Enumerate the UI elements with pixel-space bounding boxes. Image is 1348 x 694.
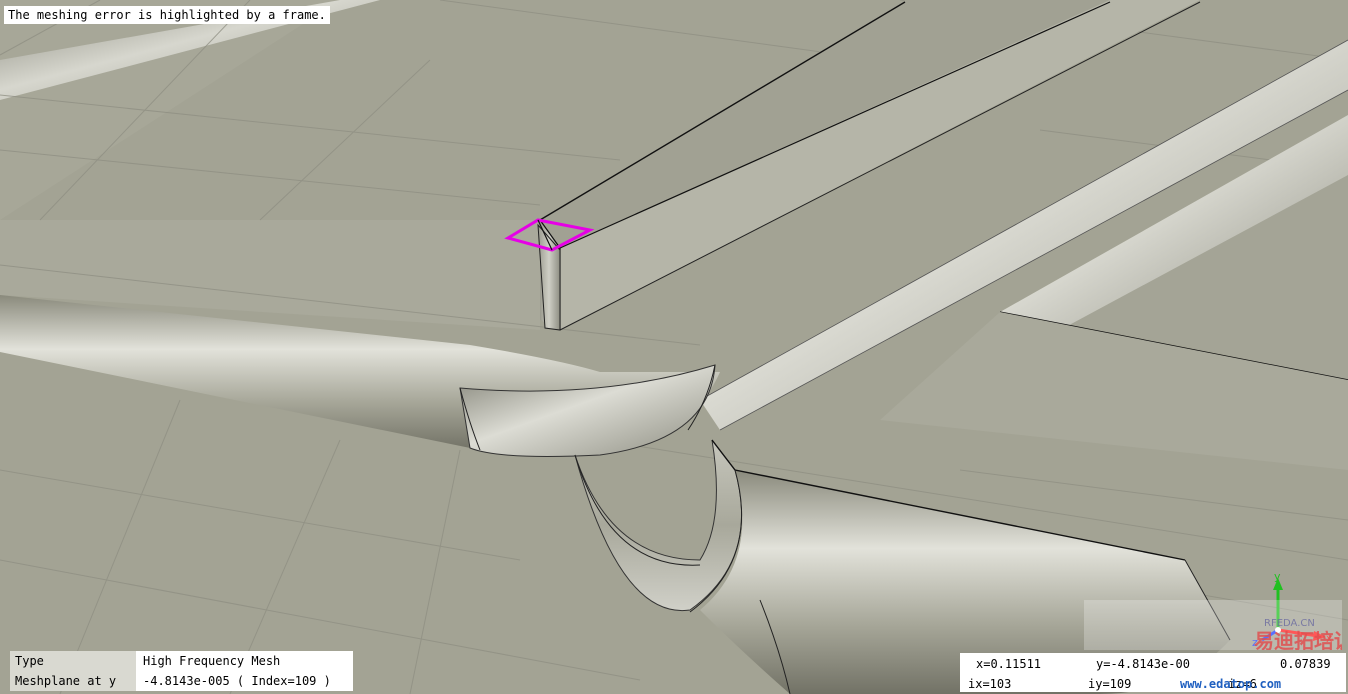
type-row: Type High Frequency Mesh — [10, 651, 353, 671]
meshplane-value: -4.8143e-005 ( Index=109 ) — [143, 674, 331, 688]
mesh-info-panel: Type High Frequency Mesh Meshplane at y … — [10, 651, 353, 691]
axis-y-label: y — [1274, 570, 1281, 583]
coord-z: 0.07839 — [1280, 657, 1331, 671]
axis-z-label: z — [1252, 636, 1258, 649]
coordinate-readout: x=0.11511 y=-4.8143e-00 0.07839 ix=103 i… — [960, 653, 1346, 692]
watermark-url: www.edatop.com — [1180, 677, 1282, 691]
3d-viewport[interactable]: y x z — [0, 0, 1348, 694]
coord-ix: ix=103 — [968, 677, 1012, 691]
coord-iy: iy=109 — [1088, 677, 1132, 691]
axis-x-label: x — [1326, 632, 1333, 645]
meshplane-row: Meshplane at y -4.8143e-005 ( Index=109 … — [10, 671, 353, 691]
coord-y: y=-4.8143e-00 — [1096, 657, 1190, 671]
meshplane-value-box: -4.8143e-005 ( Index=109 ) — [136, 671, 353, 691]
meshplane-label: Meshplane at y — [15, 674, 117, 688]
status-message: The meshing error is highlighted by a fr… — [4, 6, 330, 24]
type-value-box: High Frequency Mesh — [136, 651, 353, 671]
type-label: Type — [15, 654, 44, 668]
coord-x: x=0.11511 — [976, 657, 1042, 671]
type-value: High Frequency Mesh — [143, 654, 281, 668]
